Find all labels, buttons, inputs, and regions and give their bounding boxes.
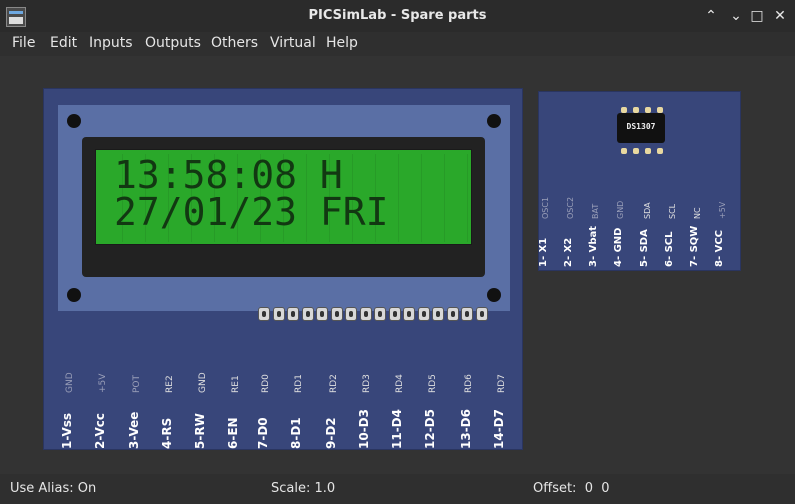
mount-hole [67,114,81,128]
rtc-pin-label: 5- SDA [639,229,650,267]
lcd-pin-label: 8-D1 [289,417,303,449]
lcd-signal-label: RD3 [362,374,372,393]
menu-virtual[interactable]: Virtual [270,35,316,51]
header-pin [475,307,488,321]
lcd-bezel: 13:58:08 H 27/01/23 FRI [82,137,485,277]
chevron-up-icon[interactable]: ⌃ [701,6,721,26]
chip-pin [645,148,651,154]
chip-pin [633,148,639,154]
lcd-signal-label: RE2 [165,375,175,393]
header-pin [403,307,415,321]
rtc-signal-label: OSC1 [541,196,550,219]
header-pin [272,307,285,321]
lcd-pin-label: 10-D3 [357,409,371,449]
rtc-signal-label: BAT [591,203,600,219]
lcd-signal-label: RD1 [294,374,304,393]
lcd-module: 13:58:08 H 27/01/23 FRI [58,105,510,321]
lcd-signal-label: GND [65,372,75,393]
lcd-pin-label: 9-D2 [324,417,338,449]
lcd-pin-label: 6-EN [226,417,240,449]
window-title: PICSimLab - Spare parts [308,8,487,23]
mount-hole [487,114,501,128]
header-pin [374,307,386,321]
rtc-signal-label: SDA [643,202,652,219]
chevron-down-icon[interactable]: ⌄ [726,6,746,26]
header-pin [316,307,328,321]
mount-hole [487,288,501,302]
lcd-signal-label: POT [132,374,142,393]
lcd-signal-label: +5V [98,373,108,393]
maximize-icon[interactable]: □ [747,6,767,26]
header-pin [446,307,459,321]
chip-pin [621,148,627,154]
rtc-pin-label: 3- Vbat [588,225,599,267]
rtc-signal-label: SCL [668,203,677,219]
rtc-pin-label: 8- VCC [714,229,725,267]
rtc-pin-label: 1- X1 [538,237,549,267]
rtc-pin-label: 6- SCL [664,231,675,267]
rtc-pin-label: 2- X2 [563,237,574,267]
lcd-pin-label: 12-D5 [423,409,437,449]
rtc-signal-label: +5V [718,201,727,219]
lcd-part[interactable]: 13:58:08 H 27/01/23 FRI GND +5V POT RE2 … [43,88,523,450]
lcd-pin-label: 2-Vcc [93,413,107,449]
close-icon[interactable]: ✕ [770,6,790,26]
lcd-screen: 13:58:08 H 27/01/23 FRI [95,149,472,245]
header-pin [359,307,372,321]
menu-file[interactable]: File [12,35,35,51]
chip-pin [657,148,663,154]
alias-status: Use Alias: On [10,481,97,496]
header-pin [417,307,430,321]
status-bar: Use Alias: On Scale: 1.0 Offset: 0 0 [0,474,795,504]
header-pin [388,307,401,321]
header-pin [461,307,473,321]
lcd-signal-label: RD6 [464,374,474,393]
lcd-signal-label: RD7 [497,374,507,393]
menu-help[interactable]: Help [326,35,358,51]
rtc-signal-label: GND [616,200,625,219]
lcd-pin-label: 7-D0 [256,417,270,449]
lcd-signal-label: RD0 [261,374,271,393]
lcd-signal-label: RD4 [395,374,405,393]
title-bar: PICSimLab - Spare parts ⌃ ⌄ □ ✕ [0,0,795,32]
rtc-pin-label: 7- SQW [689,225,700,267]
header-pin [258,307,270,321]
rtc-signal-label: OSC2 [566,196,575,219]
scale-status: Scale: 1.0 [271,481,336,496]
rtc-pin-label: 4- GND [613,227,624,267]
lcd-pin-label: 13-D6 [459,409,473,449]
lcd-line-2: 27/01/23 FRI [114,190,389,234]
lcd-pin-label: 1-Vss [60,412,74,449]
header-pin [432,307,444,321]
lcd-signal-label: GND [198,372,208,393]
menu-inputs[interactable]: Inputs [89,35,133,51]
ds1307-chip: DS1307 [617,113,665,143]
lcd-pin-label: 3-Vee [127,411,141,449]
mount-hole [67,288,81,302]
lcd-pin-label: 4-RS [160,417,174,449]
header-pin [287,307,299,321]
offset-status: Offset: 0 0 [533,481,610,496]
lcd-signal-label: RD2 [329,374,339,393]
header-pin [345,307,357,321]
header-pin [301,307,314,321]
rtc-signal-label: NC [693,207,702,219]
menu-others[interactable]: Others [211,35,258,51]
chip-label: DS1307 [626,122,656,131]
lcd-pin-label: 5-RW [193,413,207,449]
menu-outputs[interactable]: Outputs [145,35,201,51]
workspace-canvas[interactable]: 13:58:08 H 27/01/23 FRI GND +5V POT RE2 … [0,56,795,474]
menu-bar: File Edit Inputs Outputs Others Virtual … [0,32,795,56]
lcd-pin-label: 14-D7 [492,409,506,449]
rtc-part[interactable]: DS1307 OSC1 OSC2 BAT GND SDA SCL NC +5V … [538,91,741,271]
lcd-signal-label: RD5 [428,374,438,393]
lcd-signal-label: RE1 [231,375,241,393]
menu-edit[interactable]: Edit [50,35,77,51]
lcd-pin-label: 11-D4 [390,409,404,449]
header-pin [330,307,343,321]
